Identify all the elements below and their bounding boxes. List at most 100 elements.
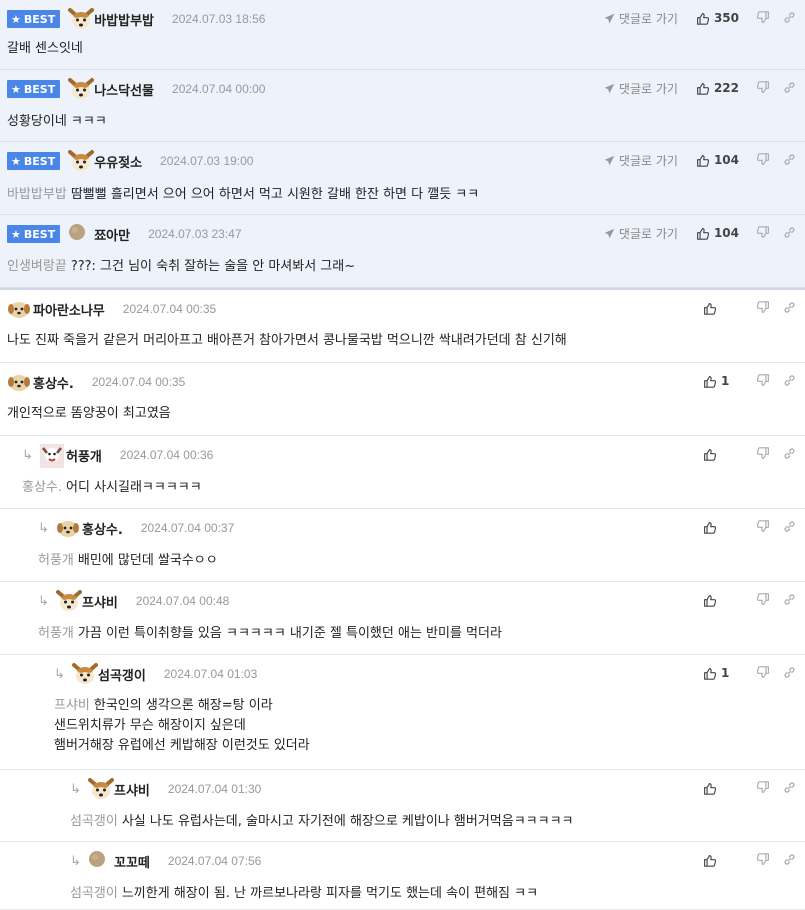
mention-link[interactable]: 섬곡갱이 [70, 814, 118, 829]
reply-arrow-icon: ↳ [70, 781, 81, 797]
avatar[interactable] [72, 663, 98, 685]
comment-line: 햄버거해장 유럽에선 케밥해장 이런것도 있더라 [54, 736, 310, 756]
upvote-button[interactable]: 1 [703, 666, 739, 680]
nickname[interactable]: 섬곡갱이 [98, 665, 146, 684]
thumbs-down-icon[interactable] [757, 301, 771, 315]
comment-text: ???: 그건 님이 숙취 잘하는 술을 안 마셔봐서 그래~ [70, 259, 356, 274]
upvote-button[interactable]: 350 [696, 11, 739, 25]
comment-body: 나도 진짜 죽을거 같은거 머리아프고 배아픈거 참아가면서 콩나물국밥 먹으니… [7, 331, 567, 351]
mention-link[interactable]: 프샤비 [54, 698, 90, 713]
upvote-button[interactable] [703, 302, 739, 315]
link-icon[interactable] [783, 374, 797, 388]
goto-reply-label: 댓글로 가기 [618, 226, 678, 241]
reply-arrow-icon: ↳ [54, 666, 65, 682]
avatar[interactable] [68, 8, 95, 30]
upvote-count: 1 [721, 666, 730, 680]
nickname[interactable]: 바밥밥부밥 [94, 10, 154, 29]
mention-link[interactable]: 홍상수. [22, 480, 62, 495]
comment-actions [703, 778, 797, 798]
link-icon[interactable] [783, 81, 797, 95]
upvote-button[interactable]: 222 [696, 81, 739, 95]
comment-actions [703, 590, 797, 610]
thumbs-down-icon[interactable] [757, 81, 771, 95]
avatar[interactable] [88, 850, 110, 872]
thumbs-down-icon[interactable] [757, 226, 771, 240]
nickname[interactable]: 우유젖소 [94, 152, 142, 171]
avatar[interactable] [56, 517, 79, 539]
mention-link[interactable]: 바밥밥부밥 [7, 187, 67, 202]
goto-reply-link[interactable]: 댓글로 가기 [604, 10, 678, 27]
link-icon[interactable] [783, 781, 797, 795]
thumbs-up-icon [703, 594, 721, 607]
thumbs-up-icon [703, 854, 721, 867]
goto-reply-label: 댓글로 가기 [618, 153, 678, 168]
nickname[interactable]: 홍상수. [82, 519, 123, 538]
upvote-button[interactable]: 104 [696, 153, 739, 167]
reply-comment: ↳ 프샤비 2024.07.04 01:30 섬곡갱이 사실 나도 유럽사는데, 술마시… [0, 770, 805, 842]
nickname[interactable]: 나스닥선물 [94, 80, 154, 99]
thumbs-down-icon[interactable] [757, 666, 771, 680]
thumbs-up-icon [696, 227, 714, 240]
goto-reply-link[interactable]: 댓글로 가기 [604, 225, 678, 242]
upvote-button[interactable] [703, 854, 739, 867]
link-icon[interactable] [783, 11, 797, 25]
avatar[interactable] [40, 444, 64, 468]
comment-actions [703, 850, 797, 870]
thumbs-down-icon[interactable] [757, 153, 771, 167]
avatar[interactable] [68, 78, 95, 100]
upvote-button[interactable] [703, 594, 739, 607]
mention-link[interactable]: 인생벼랑끝 [7, 259, 67, 274]
thumbs-down-icon[interactable] [757, 853, 771, 867]
thumbs-down-icon[interactable] [757, 374, 771, 388]
avatar[interactable] [7, 371, 30, 393]
mention-link[interactable]: 허풍개 [38, 626, 74, 641]
upvote-count: 222 [713, 81, 739, 95]
thumbs-down-icon[interactable] [757, 11, 771, 25]
thumbs-down-icon[interactable] [757, 781, 771, 795]
best-badge-label: BEST [23, 82, 56, 96]
upvote-button[interactable] [703, 521, 739, 534]
link-icon[interactable] [783, 666, 797, 680]
link-icon[interactable] [783, 301, 797, 315]
nickname[interactable]: 파아란소나무 [33, 300, 105, 319]
link-icon[interactable] [783, 226, 797, 240]
goto-reply-link[interactable]: 댓글로 가기 [604, 80, 678, 97]
comment-actions: 댓글로 가기 222 [604, 78, 797, 98]
thumbs-down-icon[interactable] [757, 447, 771, 461]
upvote-button[interactable]: 1 [703, 374, 739, 388]
thumbs-down-icon[interactable] [757, 593, 771, 607]
link-icon[interactable] [783, 520, 797, 534]
nickname[interactable]: 꼬꼬떼 [114, 852, 150, 871]
mention-link[interactable]: 허풍개 [38, 553, 74, 568]
link-icon[interactable] [783, 447, 797, 461]
nickname[interactable]: 허풍개 [66, 446, 102, 465]
comment-actions [703, 444, 797, 464]
comment-text: 햄버거해장 유럽에선 케밥해장 이런것도 있더라 [54, 738, 310, 753]
timestamp: 2024.07.04 00:35 [122, 302, 217, 316]
comment-actions [703, 517, 797, 537]
upvote-button[interactable] [703, 782, 739, 795]
nickname[interactable]: 홍상수. [33, 373, 74, 392]
link-icon[interactable] [783, 593, 797, 607]
upvote-button[interactable] [703, 448, 739, 461]
nickname[interactable]: 쬬아만 [94, 225, 130, 244]
upvote-button[interactable]: 104 [696, 226, 739, 240]
link-icon[interactable] [783, 153, 797, 167]
goto-reply-link[interactable]: 댓글로 가기 [604, 152, 678, 169]
avatar[interactable] [88, 778, 114, 800]
comment-text: 느끼한게 해장이 됨. 난 까르보나라랑 피자를 먹기도 했는데 속이 편해짐 … [121, 886, 539, 901]
avatar[interactable] [7, 298, 30, 320]
thumbs-up-icon [703, 448, 721, 461]
timestamp: 2024.07.04 00:00 [172, 82, 266, 96]
thumbs-down-icon[interactable] [757, 520, 771, 534]
nickname[interactable]: 프샤비 [82, 592, 118, 611]
avatar[interactable] [56, 590, 82, 612]
avatar[interactable] [68, 150, 95, 172]
comment-text: 땀뻘뻘 흘리면서 으어 으어 하면서 먹고 시원한 갈배 한잔 하면 다 깰듯 … [70, 187, 480, 202]
thumbs-up-icon [703, 782, 721, 795]
avatar[interactable] [68, 223, 90, 245]
mention-link[interactable]: 섬곡갱이 [70, 886, 118, 901]
link-icon[interactable] [783, 853, 797, 867]
nickname[interactable]: 프샤비 [114, 780, 150, 799]
best-badge-label: BEST [23, 154, 56, 168]
